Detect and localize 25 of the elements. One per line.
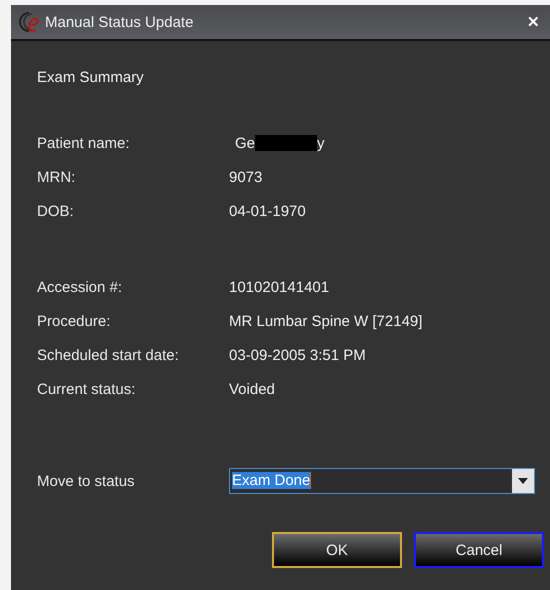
close-button[interactable]: ✕ [523, 13, 544, 31]
field-label: MRN: [37, 168, 76, 186]
window-title: Manual Status Update [45, 14, 194, 30]
field-value: Voided [229, 380, 275, 398]
field-value: 03-09-2005 3:51 PM [229, 346, 366, 364]
field-value: 101020141401 [229, 278, 330, 296]
field-label: Move to status [37, 472, 136, 490]
field-label: Current status: [37, 380, 136, 398]
dropdown-arrow-button[interactable] [512, 469, 534, 493]
field-value: MR Lumbar Spine W [72149] [229, 312, 422, 330]
field-value: 9073 [229, 168, 262, 186]
field-value: 04-01-1970 [229, 202, 306, 220]
selected-text: Exam Done [232, 472, 312, 489]
field-value: Ge [235, 134, 256, 152]
field-value: y [317, 134, 325, 152]
field-label: Procedure: [37, 312, 112, 330]
cancel-button[interactable]: Cancel [414, 532, 544, 568]
section-heading: Exam Summary [37, 69, 145, 86]
field-label: Patient name: [37, 134, 131, 152]
status-dropdown[interactable]: Exam Done [229, 468, 535, 494]
field-label: Scheduled start date: [37, 346, 180, 364]
field-label: Accession #: [37, 278, 124, 296]
caret-icon [518, 478, 528, 484]
ok-button[interactable]: OK [272, 532, 402, 568]
field-label: DOB: [37, 202, 75, 220]
